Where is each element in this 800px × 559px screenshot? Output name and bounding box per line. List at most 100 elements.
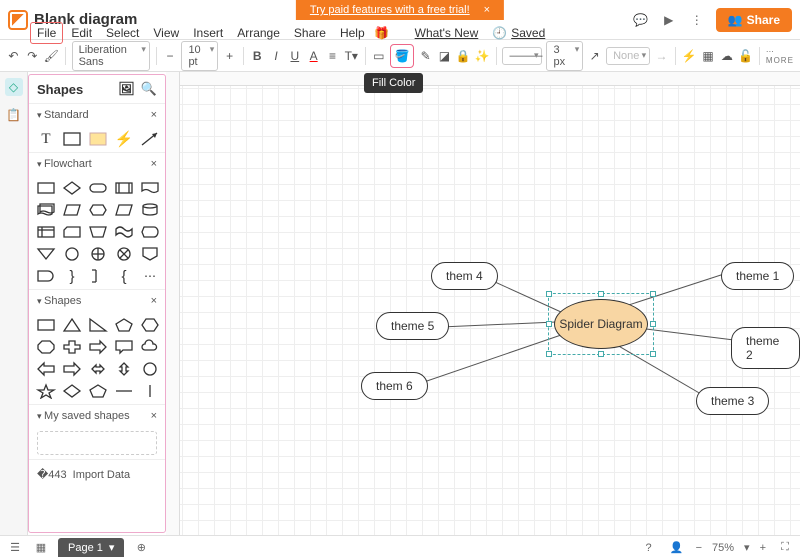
share-button[interactable]: 👥 Share [716,8,792,32]
bs-pent2[interactable] [87,382,109,400]
fill-color-button[interactable]: 🪣 [392,46,412,66]
node-4[interactable]: them 4 [431,262,498,290]
add-page-button[interactable]: ⊕ [132,539,150,557]
fc-manual[interactable] [87,223,109,241]
fc-display[interactable] [139,223,161,241]
flash-button[interactable]: ⚡ [682,46,697,66]
fc-delay[interactable] [35,267,57,285]
zoom-out[interactable]: − [696,542,702,554]
paint-format-button[interactable]: 🖌 [44,46,59,66]
bs-cloud[interactable] [139,338,161,356]
bs-hex[interactable] [139,316,161,334]
fullscreen-icon[interactable]: ⛶ [776,539,794,557]
fc-dots[interactable]: ⋯ [139,267,161,285]
menu-file[interactable]: File [30,22,63,44]
menu-share[interactable]: Share [288,23,332,43]
fc-or[interactable] [87,245,109,263]
upgrade-icon[interactable]: 🎁 [373,24,391,42]
bs-arr-r2[interactable] [61,360,83,378]
line-style-select[interactable]: ——— [502,47,542,65]
align-button[interactable]: ≡ [325,46,340,66]
shape-note[interactable] [87,130,109,148]
text-options-button[interactable]: T▾ [344,46,359,66]
fc-brace-l[interactable]: { [113,267,135,285]
list-view-icon[interactable]: ☰ [6,539,24,557]
font-increase[interactable]: + [222,46,237,66]
cloud-button[interactable]: ☁ [719,46,734,66]
fc-multidoc[interactable] [35,201,57,219]
arrow-end-button[interactable]: → [654,46,669,66]
more-button[interactable]: ⋯MORE [766,47,794,65]
node-1[interactable]: theme 1 [721,262,794,290]
fc-card[interactable] [61,223,83,241]
fc-merge[interactable] [35,245,57,263]
fc-internal[interactable] [35,223,57,241]
menu-help[interactable]: Help [334,23,371,43]
bs-line-v[interactable] [139,382,161,400]
person-icon[interactable]: 👤 [668,539,686,557]
section-flowchart[interactable]: Flowchart [37,158,92,170]
zoom-level[interactable]: 75% [712,542,734,554]
close-icon[interactable]: × [151,158,157,170]
arrow-start-select[interactable]: None [606,47,650,65]
fc-decision[interactable] [61,179,83,197]
layers-button[interactable]: ▦ [701,46,716,66]
rail-clipboard[interactable]: 📋 [5,106,23,124]
search-icon[interactable]: 🔍 [141,81,157,97]
fc-prep[interactable] [87,201,109,219]
bs-cross[interactable] [61,338,83,356]
bs-oct[interactable] [35,338,57,356]
section-saved[interactable]: My saved shapes [37,410,130,422]
bs-arrow-r[interactable] [87,338,109,356]
trial-link[interactable]: Try paid features with a free trial! [310,4,470,16]
close-icon[interactable]: × [151,295,157,307]
fc-brace-r[interactable]: } [61,267,83,285]
import-data-button[interactable]: �443 Import Data [29,459,165,489]
bs-arr-l[interactable] [35,360,57,378]
page-tab[interactable]: Page 1▾ [58,538,124,557]
chevron-down-icon[interactable]: ▾ [744,541,750,554]
font-size-select[interactable]: 10 pt [181,41,218,71]
italic-button[interactable]: I [269,46,284,66]
fc-predef[interactable] [113,179,135,197]
close-icon[interactable]: × [151,410,157,422]
menu-arrange[interactable]: Arrange [231,23,286,43]
fc-tape[interactable] [113,223,135,241]
bs-diamond[interactable] [61,382,83,400]
fc-io[interactable] [113,201,135,219]
shadow-button[interactable]: ◪ [437,46,452,66]
underline-button[interactable]: U [287,46,302,66]
node-3[interactable]: theme 3 [696,387,769,415]
comment-icon[interactable]: 💬 [632,11,650,29]
section-shapes[interactable]: Shapes [37,295,81,307]
saved-dropzone[interactable] [37,431,157,455]
section-standard[interactable]: Standard [37,109,89,121]
shape-bolt[interactable]: ⚡ [113,130,135,148]
whats-new-link[interactable]: What's New [415,26,479,40]
shape-arrow[interactable] [139,130,161,148]
fc-db[interactable] [139,201,161,219]
fc-terminator[interactable] [87,179,109,197]
grid-view-icon[interactable]: ▦ [32,539,50,557]
rail-shapes[interactable]: ◇ [5,78,23,96]
saved-link[interactable]: Saved [511,26,545,40]
present-icon[interactable]: ▶ [660,11,678,29]
app-logo[interactable] [8,10,28,30]
close-icon[interactable]: × [151,109,157,121]
magic-button[interactable]: ✨ [475,46,490,66]
line-width-select[interactable]: 3 px [546,41,583,71]
bs-pent[interactable] [113,316,135,334]
node-6[interactable]: them 6 [361,372,428,400]
font-decrease[interactable]: − [163,46,178,66]
fc-process[interactable] [35,179,57,197]
fc-connector[interactable] [61,245,83,263]
line-color-button[interactable]: ↗ [587,46,602,66]
help-icon[interactable]: ? [640,539,658,557]
lock2-button[interactable]: 🔓 [738,46,753,66]
bs-minus[interactable] [113,382,135,400]
trial-close[interactable]: × [484,4,490,16]
bs-star[interactable] [35,382,57,400]
image-icon[interactable]: 🖼 [118,81,135,97]
shape-text[interactable]: T [35,130,57,148]
bold-button[interactable]: B [250,46,265,66]
